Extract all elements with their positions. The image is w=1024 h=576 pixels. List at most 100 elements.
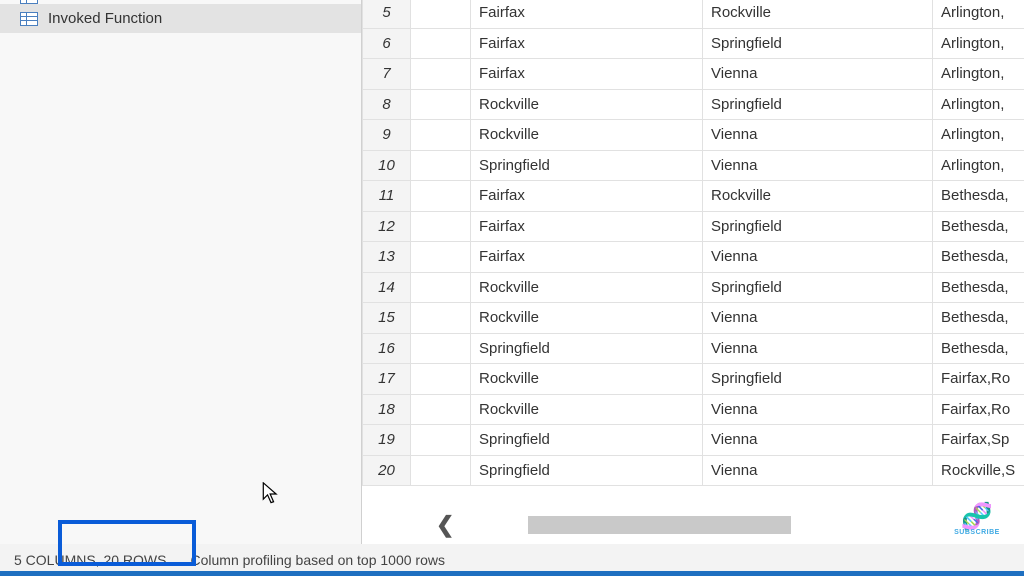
- cell[interactable]: Bethesda,: [933, 333, 1024, 364]
- table-row[interactable]: 17 RockvilleSpringfieldFairfax,Ro: [363, 364, 1024, 395]
- cell[interactable]: Rockville: [703, 181, 933, 212]
- cell[interactable]: Fairfax: [471, 28, 703, 59]
- table-row[interactable]: 9 RockvilleViennaArlington,: [363, 120, 1024, 151]
- table-row[interactable]: 19 SpringfieldViennaFairfax,Sp: [363, 425, 1024, 456]
- cell[interactable]: Springfield: [471, 333, 703, 364]
- cell[interactable]: Fairfax,Sp: [933, 425, 1024, 456]
- table-row[interactable]: 6 FairfaxSpringfieldArlington,: [363, 28, 1024, 59]
- cell[interactable]: Rockville: [471, 120, 703, 151]
- cell[interactable]: Arlington,: [933, 150, 1024, 181]
- table-row[interactable]: 16 SpringfieldViennaBethesda,: [363, 333, 1024, 364]
- query-item-invoked-function[interactable]: Invoked Function: [0, 4, 361, 33]
- cell[interactable]: Springfield: [471, 455, 703, 486]
- cell[interactable]: Bethesda,: [933, 211, 1024, 242]
- cell[interactable]: Arlington,: [933, 59, 1024, 90]
- status-profiling[interactable]: Column profiling based on top 1000 rows: [190, 552, 445, 568]
- cell[interactable]: Arlington,: [933, 0, 1024, 28]
- cell[interactable]: Springfield: [703, 211, 933, 242]
- row-number[interactable]: 18: [363, 394, 411, 425]
- cell[interactable]: [411, 181, 471, 212]
- row-number[interactable]: 11: [363, 181, 411, 212]
- table-row[interactable]: 15 RockvilleViennaBethesda,: [363, 303, 1024, 334]
- table-row[interactable]: 7 FairfaxViennaArlington,: [363, 59, 1024, 90]
- cell[interactable]: Bethesda,: [933, 272, 1024, 303]
- cell[interactable]: [411, 211, 471, 242]
- table-row[interactable]: 8 RockvilleSpringfieldArlington,: [363, 89, 1024, 120]
- row-number[interactable]: 14: [363, 272, 411, 303]
- cell[interactable]: Fairfax,Ro: [933, 364, 1024, 395]
- cell[interactable]: Bethesda,: [933, 181, 1024, 212]
- cell[interactable]: Springfield: [703, 364, 933, 395]
- cell[interactable]: Rockville: [471, 272, 703, 303]
- data-grid[interactable]: 5FairfaxRockvilleArlington,6FairfaxSprin…: [362, 0, 1024, 486]
- cell[interactable]: Springfield: [471, 425, 703, 456]
- cell[interactable]: Vienna: [703, 303, 933, 334]
- cell[interactable]: Bethesda,: [933, 242, 1024, 273]
- cell[interactable]: Vienna: [703, 59, 933, 90]
- cell[interactable]: Fairfax: [471, 0, 703, 28]
- table-row[interactable]: 18 RockvilleViennaFairfax,Ro: [363, 394, 1024, 425]
- table-row[interactable]: 11 FairfaxRockvilleBethesda,: [363, 181, 1024, 212]
- cell[interactable]: [411, 303, 471, 334]
- row-number[interactable]: 7: [363, 59, 411, 90]
- cell[interactable]: Fairfax: [471, 211, 703, 242]
- cell[interactable]: Vienna: [703, 242, 933, 273]
- row-number[interactable]: 12: [363, 211, 411, 242]
- cell[interactable]: Arlington,: [933, 28, 1024, 59]
- cell[interactable]: [411, 394, 471, 425]
- row-number[interactable]: 10: [363, 150, 411, 181]
- cell[interactable]: Vienna: [703, 333, 933, 364]
- cell[interactable]: [411, 364, 471, 395]
- row-number[interactable]: 17: [363, 364, 411, 395]
- cell[interactable]: Fairfax,Ro: [933, 394, 1024, 425]
- cell[interactable]: Springfield: [703, 28, 933, 59]
- cell[interactable]: [411, 89, 471, 120]
- cell[interactable]: [411, 333, 471, 364]
- cell[interactable]: Arlington,: [933, 120, 1024, 151]
- cell[interactable]: Rockville: [471, 89, 703, 120]
- cell[interactable]: Bethesda,: [933, 303, 1024, 334]
- cell[interactable]: Springfield: [703, 89, 933, 120]
- row-number[interactable]: 16: [363, 333, 411, 364]
- cell[interactable]: Springfield: [703, 272, 933, 303]
- cell[interactable]: [411, 0, 471, 28]
- cell[interactable]: Rockville: [471, 303, 703, 334]
- cell[interactable]: [411, 150, 471, 181]
- horizontal-scrollbar[interactable]: ❮: [362, 512, 1024, 538]
- cell[interactable]: Vienna: [703, 455, 933, 486]
- row-number[interactable]: 20: [363, 455, 411, 486]
- cell[interactable]: Vienna: [703, 120, 933, 151]
- cell[interactable]: Fairfax: [471, 242, 703, 273]
- cell[interactable]: Fairfax: [471, 181, 703, 212]
- row-number[interactable]: 8: [363, 89, 411, 120]
- cell[interactable]: [411, 425, 471, 456]
- cell[interactable]: Fairfax: [471, 59, 703, 90]
- row-number[interactable]: 19: [363, 425, 411, 456]
- cell[interactable]: Rockville,S: [933, 455, 1024, 486]
- table-row[interactable]: 10SpringfieldViennaArlington,: [363, 150, 1024, 181]
- cell[interactable]: Vienna: [703, 425, 933, 456]
- row-number[interactable]: 9: [363, 120, 411, 151]
- row-number[interactable]: 15: [363, 303, 411, 334]
- cell[interactable]: [411, 28, 471, 59]
- cell[interactable]: Rockville: [471, 394, 703, 425]
- row-number[interactable]: 6: [363, 28, 411, 59]
- cell[interactable]: Vienna: [703, 394, 933, 425]
- cell[interactable]: [411, 455, 471, 486]
- cell[interactable]: [411, 242, 471, 273]
- cell[interactable]: [411, 272, 471, 303]
- table-row[interactable]: 5 FairfaxRockvilleArlington,: [363, 0, 1024, 28]
- cell[interactable]: [411, 120, 471, 151]
- cell[interactable]: Rockville: [471, 364, 703, 395]
- table-row[interactable]: 20 SpringfieldViennaRockville,S: [363, 455, 1024, 486]
- scroll-track[interactable]: [528, 516, 1006, 534]
- cell[interactable]: Springfield: [471, 150, 703, 181]
- scroll-thumb[interactable]: [528, 516, 791, 534]
- cell[interactable]: Rockville: [703, 0, 933, 28]
- table-row[interactable]: 13FairfaxViennaBethesda,: [363, 242, 1024, 273]
- scroll-left-button[interactable]: ❮: [422, 512, 468, 538]
- table-row[interactable]: 12 FairfaxSpringfieldBethesda,: [363, 211, 1024, 242]
- cell[interactable]: [411, 59, 471, 90]
- row-number[interactable]: 5: [363, 0, 411, 28]
- cell[interactable]: Arlington,: [933, 89, 1024, 120]
